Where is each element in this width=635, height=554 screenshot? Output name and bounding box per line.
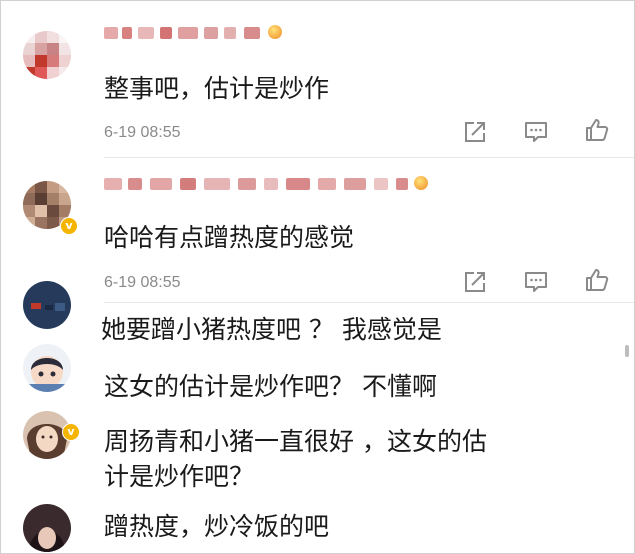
reply-text: 这女的估计是炒作吧？ 不懂啊 <box>104 372 437 401</box>
share-button[interactable] <box>462 119 488 145</box>
comment-icon <box>525 272 547 292</box>
reply-text: 她要蹭小猪热度吧 ？ 我感觉是 <box>101 315 442 344</box>
username-blurred[interactable] <box>104 174 434 192</box>
divider <box>104 157 634 158</box>
divider <box>104 302 634 303</box>
comment-icon <box>525 122 547 142</box>
comment-time: 6-19 08:55 <box>104 124 181 141</box>
share-icon <box>465 122 485 142</box>
share-icon <box>465 272 485 292</box>
comment-feed: 整事吧，估计是炒作 6-19 08:55 v 哈哈有点蹭热度的感觉 6-19 0… <box>0 0 635 554</box>
comment-text: 哈哈有点蹭热度的感觉 <box>104 223 355 252</box>
like-icon <box>586 119 609 141</box>
member-crown-icon <box>268 25 282 39</box>
reply-text: 蹭热度，炒冷饭的吧 <box>104 512 330 541</box>
avatar[interactable] <box>23 281 71 329</box>
avatar-image <box>23 31 71 79</box>
reply-text-line-1: 周扬青和小猪一直很好 ，这女的估 <box>104 427 487 456</box>
username-blurred[interactable] <box>104 23 294 41</box>
like-button[interactable] <box>584 117 610 143</box>
comment-button[interactable] <box>523 269 549 295</box>
avatar-image <box>23 504 71 552</box>
verified-badge-icon: v <box>60 217 78 235</box>
comment-button[interactable] <box>523 119 549 145</box>
like-icon <box>586 269 609 291</box>
comment-text: 整事吧，估计是炒作 <box>104 74 330 103</box>
like-button[interactable] <box>584 267 610 293</box>
share-button[interactable] <box>462 269 488 295</box>
avatar-image <box>23 344 71 392</box>
avatar[interactable] <box>23 504 71 552</box>
avatar[interactable] <box>23 344 71 392</box>
scrollbar[interactable] <box>625 345 629 357</box>
avatar[interactable] <box>23 31 71 79</box>
avatar-image <box>23 281 71 329</box>
reply-text-line-2: 计是炒作吧？ <box>104 462 255 491</box>
member-crown-icon <box>414 176 428 190</box>
verified-badge-icon: v <box>62 423 80 441</box>
comment-time: 6-19 08:55 <box>104 274 181 291</box>
